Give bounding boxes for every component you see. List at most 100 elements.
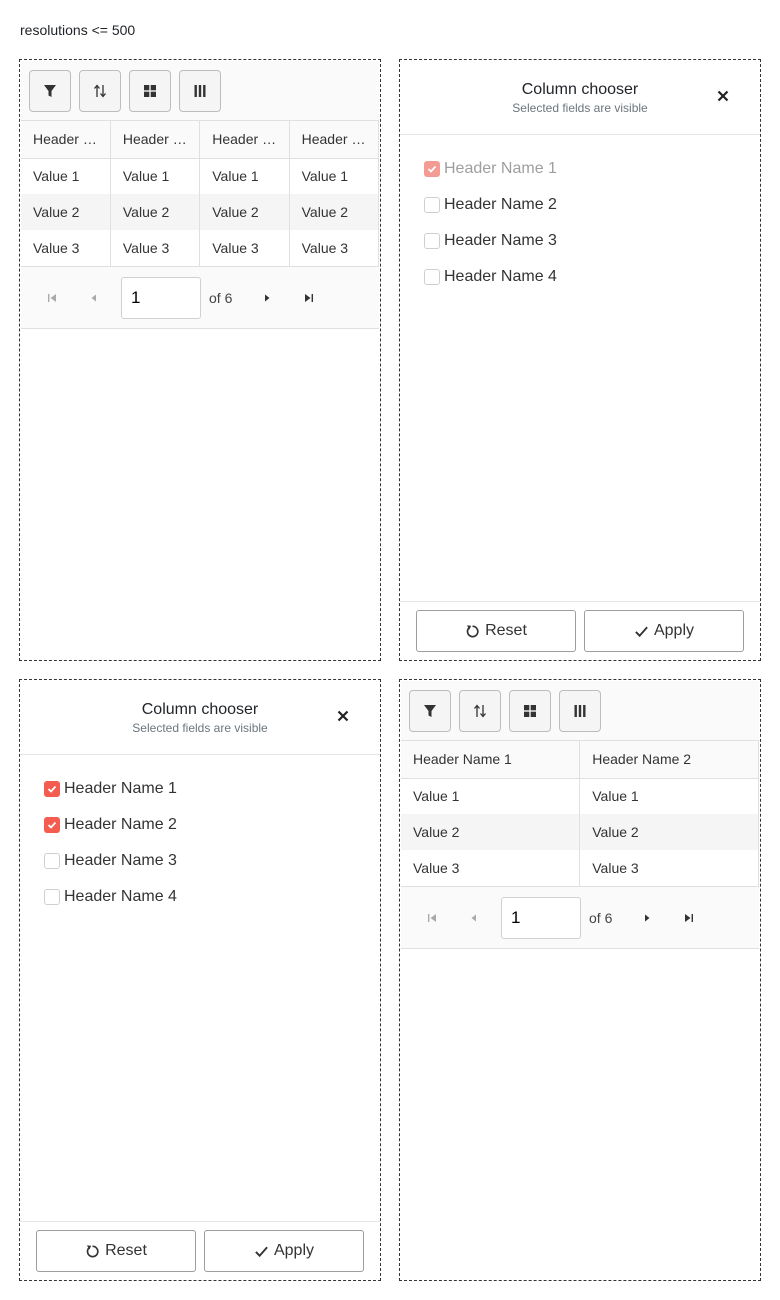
column-option-label: Header Name 3: [64, 852, 177, 869]
table-cell[interactable]: Value 1: [401, 778, 581, 814]
table-row[interactable]: Value 3 Value 3: [401, 850, 759, 886]
column-header[interactable]: Header Name 4: [289, 121, 380, 159]
column-option[interactable]: Header Name 3: [424, 223, 736, 259]
filter-button[interactable]: [29, 70, 71, 112]
checkbox[interactable]: [44, 817, 60, 833]
column-header[interactable]: Header Name 1: [401, 741, 581, 779]
checkbox[interactable]: [44, 781, 60, 797]
checkbox[interactable]: [424, 269, 440, 285]
column-header[interactable]: Header Name 1: [21, 121, 111, 159]
table-cell[interactable]: Value 3: [579, 850, 759, 886]
table-cell[interactable]: Value 1: [110, 158, 201, 194]
check-icon: [427, 165, 437, 173]
column-option[interactable]: Header Name 1: [44, 771, 356, 807]
first-page-button[interactable]: [421, 907, 443, 929]
column-header[interactable]: Header Name 3: [199, 121, 290, 159]
column-option-label: Header Name 2: [444, 196, 557, 213]
column-option[interactable]: Header Name 2: [44, 807, 356, 843]
reset-label: Reset: [105, 1242, 147, 1259]
column-header[interactable]: Header Name 2: [110, 121, 201, 159]
table-row[interactable]: Value 2 Value 2: [401, 814, 759, 850]
column-chooser: Column chooser Selected fields are visib…: [400, 60, 760, 660]
table-cell[interactable]: Value 3: [401, 850, 581, 886]
column-header[interactable]: Header Name 2: [579, 741, 759, 779]
page-label: resolutions <= 500: [20, 22, 136, 38]
column-option[interactable]: Header Name 4: [424, 259, 736, 295]
columns-button[interactable]: [559, 690, 601, 732]
close-icon[interactable]: [716, 89, 730, 103]
page-number-input[interactable]: [501, 896, 581, 939]
close-icon[interactable]: [336, 709, 350, 723]
table-cell[interactable]: Value 2: [110, 194, 201, 230]
columns-icon: [574, 705, 586, 717]
chooser-footer: Reset Apply: [20, 1221, 380, 1280]
table-cell[interactable]: Value 1: [21, 158, 111, 194]
filter-button[interactable]: [409, 690, 451, 732]
page-number-input[interactable]: [121, 276, 201, 319]
checkbox[interactable]: [44, 889, 60, 905]
table-cell[interactable]: Value 2: [21, 194, 111, 230]
table-cell[interactable]: Value 3: [289, 230, 380, 266]
first-page-icon: [48, 293, 56, 302]
sort-button[interactable]: [79, 70, 121, 112]
column-option-label: Header Name 3: [444, 232, 557, 249]
next-page-button[interactable]: [256, 287, 278, 309]
page-count-label: of 6: [209, 289, 233, 306]
sort-button[interactable]: [459, 690, 501, 732]
table-row[interactable]: Value 1 Value 1: [401, 778, 759, 814]
next-page-icon: [645, 914, 650, 921]
group-icon: [144, 85, 156, 97]
reset-icon: [86, 1244, 99, 1257]
sort-icon: [94, 84, 106, 98]
table-cell[interactable]: Value 3: [110, 230, 201, 266]
chooser-subtitle: Selected fields are visible: [512, 101, 648, 115]
table-row[interactable]: Value 2 Value 2 Value 2 Value 2: [21, 194, 380, 230]
column-list: Header Name 1 Header Name 2 Header Name …: [20, 755, 380, 931]
table-cell[interactable]: Value 2: [579, 814, 759, 850]
reset-button[interactable]: Reset: [36, 1230, 196, 1272]
table-row[interactable]: Value 1 Value 1 Value 1 Value 1: [21, 158, 380, 194]
data-grid: Header Name 1 Header Name 2 Header Name …: [21, 61, 380, 329]
checkbox[interactable]: [44, 853, 60, 869]
column-option-label: Header Name 4: [64, 888, 177, 905]
column-option[interactable]: Header Name 3: [44, 843, 356, 879]
column-option: Header Name 1: [424, 151, 736, 187]
apply-label: Apply: [653, 622, 695, 639]
check-icon: [47, 821, 57, 829]
apply-button[interactable]: Apply: [584, 610, 744, 652]
column-chooser-panel: Column chooser Selected fields are visib…: [399, 59, 761, 661]
group-button[interactable]: [509, 690, 551, 732]
last-page-icon: [305, 293, 314, 302]
chooser-title: Column chooser: [521, 81, 639, 98]
table-cell[interactable]: Value 3: [199, 230, 290, 266]
reset-button[interactable]: Reset: [416, 610, 576, 652]
table-cell[interactable]: Value 1: [579, 778, 759, 814]
last-page-button[interactable]: [678, 907, 700, 929]
column-option[interactable]: Header Name 4: [44, 879, 356, 915]
apply-button[interactable]: Apply: [204, 1230, 364, 1272]
group-button[interactable]: [129, 70, 171, 112]
checkbox[interactable]: [424, 233, 440, 249]
table-cell[interactable]: Value 2: [401, 814, 581, 850]
last-page-button[interactable]: [298, 287, 320, 309]
table-cell[interactable]: Value 1: [199, 158, 290, 194]
chooser-title: Column chooser: [141, 701, 259, 718]
next-page-button[interactable]: [636, 907, 658, 929]
prev-page-button[interactable]: [463, 907, 485, 929]
table-cell[interactable]: Value 2: [199, 194, 290, 230]
chooser-footer: Reset Apply: [400, 601, 760, 660]
table-cell[interactable]: Value 1: [289, 158, 380, 194]
columns-button[interactable]: [179, 70, 221, 112]
apply-label: Apply: [273, 1242, 315, 1259]
table-row[interactable]: Value 3 Value 3 Value 3 Value 3: [21, 230, 380, 266]
prev-page-button[interactable]: [83, 287, 105, 309]
table-cell[interactable]: Value 2: [289, 194, 380, 230]
table-cell[interactable]: Value 3: [21, 230, 111, 266]
column-option-label: Header Name 2: [64, 816, 177, 833]
filter-icon: [424, 705, 436, 717]
check-icon: [255, 1246, 268, 1257]
column-option[interactable]: Header Name 2: [424, 187, 736, 223]
filter-icon: [44, 85, 56, 97]
first-page-button[interactable]: [41, 287, 63, 309]
checkbox[interactable]: [424, 197, 440, 213]
